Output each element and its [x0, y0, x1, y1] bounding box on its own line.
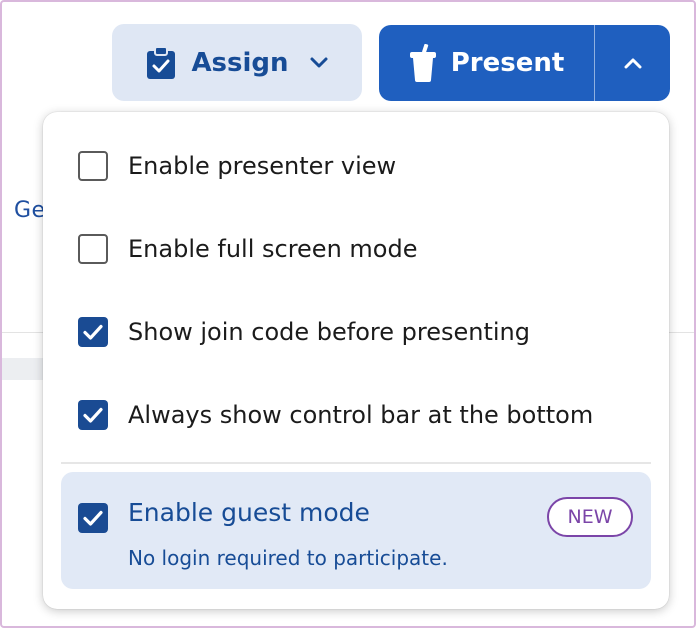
checkbox-full-screen[interactable]	[78, 234, 108, 264]
clipboard-check-icon	[145, 45, 177, 80]
guest-mode-label: Enable guest mode	[128, 498, 370, 527]
option-full-screen[interactable]: Enable full screen mode	[43, 219, 669, 279]
option-label: Show join code before presenting	[128, 318, 530, 346]
present-label: Present	[450, 48, 565, 78]
cup-icon	[409, 44, 437, 82]
present-options-menu: Enable presenter view Enable full screen…	[43, 112, 669, 609]
background-link[interactable]: Ge	[14, 198, 46, 223]
checkbox-join-code[interactable]	[78, 317, 108, 347]
checkmark-icon	[83, 324, 103, 340]
chevron-down-icon	[303, 56, 329, 70]
assign-button[interactable]: Assign	[112, 24, 362, 101]
option-presenter-view[interactable]: Enable presenter view	[43, 136, 669, 196]
option-join-code[interactable]: Show join code before presenting	[43, 302, 669, 362]
new-badge: NEW	[547, 497, 633, 537]
checkbox-control-bar[interactable]	[78, 400, 108, 430]
present-split-button: Present	[379, 25, 670, 101]
menu-divider	[61, 462, 651, 464]
checkmark-icon	[83, 510, 103, 526]
present-options-toggle[interactable]	[595, 25, 670, 101]
option-control-bar[interactable]: Always show control bar at the bottom	[43, 385, 669, 445]
background-row	[2, 358, 47, 380]
checkmark-icon	[83, 407, 103, 423]
guest-mode-description: No login required to participate.	[128, 546, 448, 570]
option-label: Always show control bar at the bottom	[128, 401, 594, 429]
checkbox-presenter-view[interactable]	[78, 151, 108, 181]
window-frame: Ge Assign Present Enable presenter view …	[0, 0, 696, 628]
checkbox-guest-mode[interactable]	[78, 503, 108, 533]
option-label: Enable full screen mode	[128, 235, 418, 263]
option-label: Enable presenter view	[128, 152, 397, 180]
present-button[interactable]: Present	[379, 25, 594, 101]
option-guest-mode[interactable]: Enable guest mode No login required to p…	[61, 472, 651, 589]
assign-label: Assign	[191, 47, 289, 78]
chevron-up-icon	[622, 56, 644, 70]
